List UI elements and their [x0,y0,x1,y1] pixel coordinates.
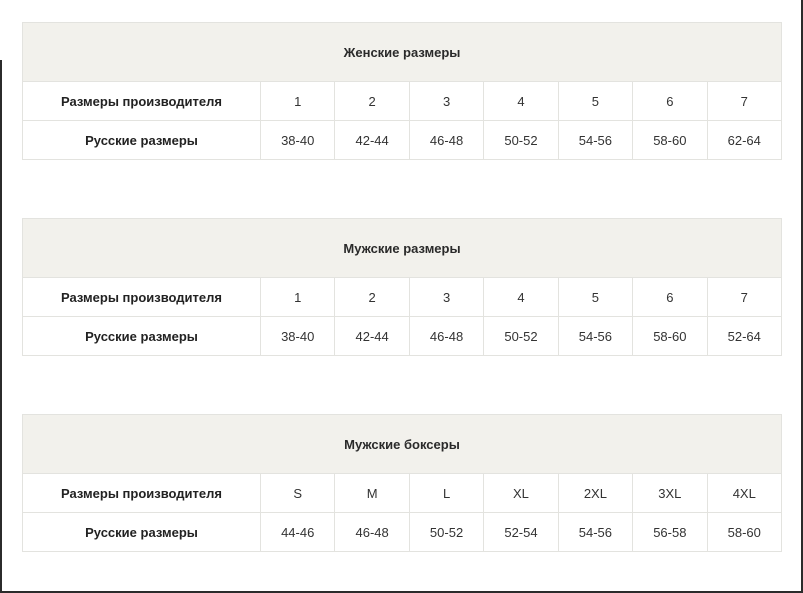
table-cell: 50-52 [408,512,485,552]
table-row: Размеры производителя 1 2 3 4 5 6 7 [22,277,783,317]
row-label: Русские размеры [22,512,261,552]
table-cell: 46-48 [408,120,485,160]
table-cell: 58-60 [706,512,783,552]
table-row: Русские размеры 38-40 42-44 46-48 50-52 … [22,316,783,356]
table-cell: 1 [259,277,336,317]
size-table-men: Мужские размеры Размеры производителя 1 … [22,218,783,356]
table-cell: 58-60 [632,120,708,160]
table-cell: 1 [259,81,336,121]
table-cell: XL [483,473,559,513]
table-cell: 4XL [706,473,783,513]
row-label: Размеры производителя [22,277,261,317]
table-cell: 42-44 [334,316,410,356]
row-label: Размеры производителя [22,473,261,513]
table-cell: 4 [483,277,559,317]
table-title: Мужские боксеры [22,414,782,474]
table-cell: 38-40 [259,120,336,160]
size-table-boxers: Мужские боксеры Размеры производителя S … [22,414,783,552]
row-label: Размеры производителя [22,81,261,121]
size-table-women: Женские размеры Размеры производителя 1 … [22,22,783,160]
table-cell: 6 [632,81,708,121]
table-cell: 2 [334,277,410,317]
table-cell: 3 [408,277,485,317]
table-row: Русские размеры 44-46 46-48 50-52 52-54 … [22,512,783,552]
table-cell: 2 [334,81,410,121]
table-row: Размеры производителя 1 2 3 4 5 6 7 [22,81,783,121]
table-cell: 5 [557,277,634,317]
table-cell: 7 [706,277,783,317]
table-cell: 56-58 [632,512,708,552]
table-cell: 54-56 [557,316,634,356]
table-cell: 58-60 [632,316,708,356]
table-cell: 54-56 [557,120,634,160]
table-cell: 2XL [557,473,634,513]
table-cell: 50-52 [483,120,559,160]
table-cell: 5 [557,81,634,121]
table-cell: 54-56 [557,512,634,552]
table-cell: 38-40 [259,316,336,356]
table-title: Женские размеры [22,22,782,82]
table-cell: 4 [483,81,559,121]
table-cell: 3XL [632,473,708,513]
table-cell: 44-46 [259,512,336,552]
table-cell: 7 [706,81,783,121]
row-label: Русские размеры [22,316,261,356]
table-cell: L [408,473,485,513]
table-row: Размеры производителя S M L XL 2XL 3XL 4… [22,473,783,513]
table-cell: 6 [632,277,708,317]
table-cell: 46-48 [408,316,485,356]
table-cell: 52-54 [483,512,559,552]
row-label: Русские размеры [22,120,261,160]
table-cell: 50-52 [483,316,559,356]
table-title: Мужские размеры [22,218,782,278]
table-cell: 62-64 [706,120,783,160]
table-cell: M [334,473,410,513]
table-row: Русские размеры 38-40 42-44 46-48 50-52 … [22,120,783,160]
table-cell: 42-44 [334,120,410,160]
table-cell: S [259,473,336,513]
table-cell: 46-48 [334,512,410,552]
table-cell: 52-64 [706,316,783,356]
table-cell: 3 [408,81,485,121]
window-frame-left [0,60,2,593]
